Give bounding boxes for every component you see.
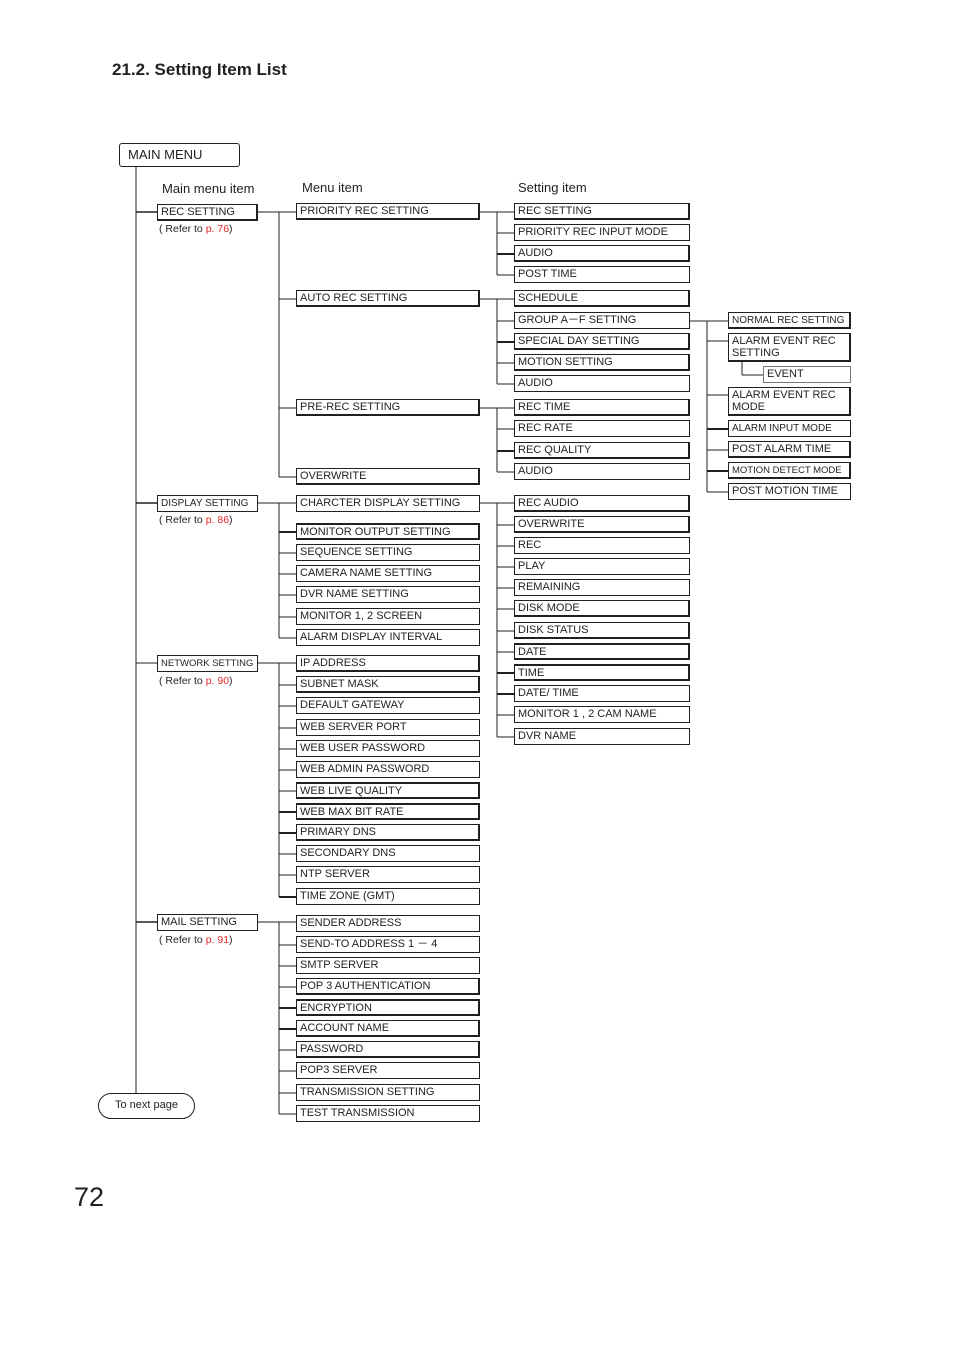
refer-suffix: ) xyxy=(229,514,233,526)
menu-item: AUTO REC SETTING xyxy=(296,290,480,307)
group-setting-item: ALARM EVENT REC SETTING xyxy=(728,333,851,362)
refer-page-link[interactable]: p. 76 xyxy=(206,223,229,235)
menu-item: PASSWORD xyxy=(296,1041,480,1058)
refer-note-rec: ( Refer to p. 76) xyxy=(159,223,233,235)
setting-item: SCHEDULE xyxy=(514,290,690,307)
setting-item: REC SETTING xyxy=(514,203,690,220)
setting-item: DISK MODE xyxy=(514,600,690,617)
refer-note-network: ( Refer to p. 90) xyxy=(159,675,233,687)
refer-prefix: ( Refer to xyxy=(159,223,206,235)
main-item-rec-setting: REC SETTING xyxy=(157,204,258,221)
header-setting-item: Setting item xyxy=(518,180,587,195)
menu-item: SECONDARY DNS xyxy=(296,845,480,862)
group-setting-item: MOTION DETECT MODE xyxy=(728,462,851,479)
group-setting-item: POST ALARM TIME xyxy=(728,441,851,458)
menu-item: TRANSMISSION SETTING xyxy=(296,1084,480,1101)
group-setting-item: ALARM INPUT MODE xyxy=(728,420,851,437)
main-item-network-setting: NETWORK SETTING xyxy=(157,655,258,672)
menu-item: SEND-TO ADDRESS 1 － 4 xyxy=(296,936,480,953)
refer-note-mail: ( Refer to p. 91) xyxy=(159,934,233,946)
menu-item: WEB LIVE QUALITY xyxy=(296,782,480,799)
main-menu-root: MAIN MENU xyxy=(119,143,240,167)
menu-item: WEB ADMIN PASSWORD xyxy=(296,761,480,778)
setting-item: SPECIAL DAY SETTING xyxy=(514,333,690,350)
menu-item: IP ADDRESS xyxy=(296,655,480,672)
menu-item: PRE-REC SETTING xyxy=(296,399,480,416)
setting-item: REC xyxy=(514,537,690,554)
setting-item: REMAINING xyxy=(514,579,690,596)
setting-item: REC RATE xyxy=(514,420,690,437)
menu-item: SUBNET MASK xyxy=(296,676,480,693)
menu-item: PRIMARY DNS xyxy=(296,824,480,841)
menu-item: POP3 SERVER xyxy=(296,1062,480,1079)
setting-item: REC AUDIO xyxy=(514,495,690,512)
setting-item: REC QUALITY xyxy=(514,442,690,459)
refer-suffix: ) xyxy=(229,675,233,687)
setting-item: DATE xyxy=(514,643,690,660)
setting-item: AUDIO xyxy=(514,375,690,392)
menu-item: SEQUENCE SETTING xyxy=(296,544,480,561)
menu-item: CHARCTER DISPLAY SETTING xyxy=(296,495,480,512)
section-title: 21.2. Setting Item List xyxy=(112,60,287,79)
menu-item: WEB USER PASSWORD xyxy=(296,740,480,757)
menu-item: NTP SERVER xyxy=(296,866,480,883)
menu-item: ALARM DISPLAY INTERVAL xyxy=(296,629,480,646)
menu-item: TEST TRANSMISSION xyxy=(296,1105,480,1122)
refer-suffix: ) xyxy=(229,934,233,946)
page-number: 72 xyxy=(74,1182,105,1212)
menu-item: SENDER ADDRESS xyxy=(296,915,480,932)
setting-item: DATE/ TIME xyxy=(514,685,690,702)
menu-item: MONITOR 1, 2 SCREEN xyxy=(296,608,480,625)
refer-suffix: ) xyxy=(229,223,233,235)
menu-item: CAMERA NAME SETTING xyxy=(296,565,480,582)
setting-item: POST TIME xyxy=(514,266,690,283)
menu-item: MONITOR OUTPUT SETTING xyxy=(296,523,480,540)
menu-item: PRIORITY REC SETTING xyxy=(296,203,480,220)
setting-item: REC TIME xyxy=(514,399,690,416)
setting-item: AUDIO xyxy=(514,463,690,480)
setting-item: TIME xyxy=(514,664,690,681)
menu-item: DEFAULT GATEWAY xyxy=(296,697,480,714)
refer-note-display: ( Refer to p. 86) xyxy=(159,514,233,526)
group-setting-item: POST MOTION TIME xyxy=(728,483,851,500)
refer-prefix: ( Refer to xyxy=(159,675,206,687)
setting-item: PRIORITY REC INPUT MODE xyxy=(514,224,690,241)
setting-item: PLAY xyxy=(514,558,690,575)
menu-item: SMTP SERVER xyxy=(296,957,480,974)
setting-item: MONITOR 1 , 2 CAM NAME xyxy=(514,706,690,723)
setting-item: MOTION SETTING xyxy=(514,354,690,371)
header-main-menu-item: Main menu item xyxy=(162,181,255,196)
menu-item: TIME ZONE (GMT) xyxy=(296,888,480,905)
menu-item: POP 3 AUTHENTICATION xyxy=(296,978,480,995)
menu-item: WEB MAX BIT RATE xyxy=(296,803,480,820)
menu-item: DVR NAME SETTING xyxy=(296,586,480,603)
setting-item: GROUP A－F SETTING xyxy=(514,312,690,329)
group-setting-item: EVENT xyxy=(763,366,851,383)
menu-item: ACCOUNT NAME xyxy=(296,1020,480,1037)
menu-item: OVERWRITE xyxy=(296,468,480,485)
group-setting-item: ALARM EVENT REC MODE xyxy=(728,387,851,416)
refer-page-link[interactable]: p. 90 xyxy=(206,675,229,687)
header-menu-item: Menu item xyxy=(302,180,363,195)
main-item-mail-setting: MAIL SETTING xyxy=(157,914,258,931)
setting-item: AUDIO xyxy=(514,245,690,262)
refer-prefix: ( Refer to xyxy=(159,934,206,946)
setting-item: OVERWRITE xyxy=(514,516,690,533)
setting-item: DISK STATUS xyxy=(514,622,690,639)
refer-page-link[interactable]: p. 86 xyxy=(206,514,229,526)
menu-item: WEB SERVER PORT xyxy=(296,719,480,736)
group-setting-item: NORMAL REC SETTING xyxy=(728,312,851,329)
refer-page-link[interactable]: p. 91 xyxy=(206,934,229,946)
to-next-page-button[interactable]: To next page xyxy=(98,1093,195,1119)
setting-item: DVR NAME xyxy=(514,728,690,745)
main-item-display-setting: DISPLAY SETTING xyxy=(157,495,258,512)
menu-item: ENCRYPTION xyxy=(296,999,480,1016)
refer-prefix: ( Refer to xyxy=(159,514,206,526)
